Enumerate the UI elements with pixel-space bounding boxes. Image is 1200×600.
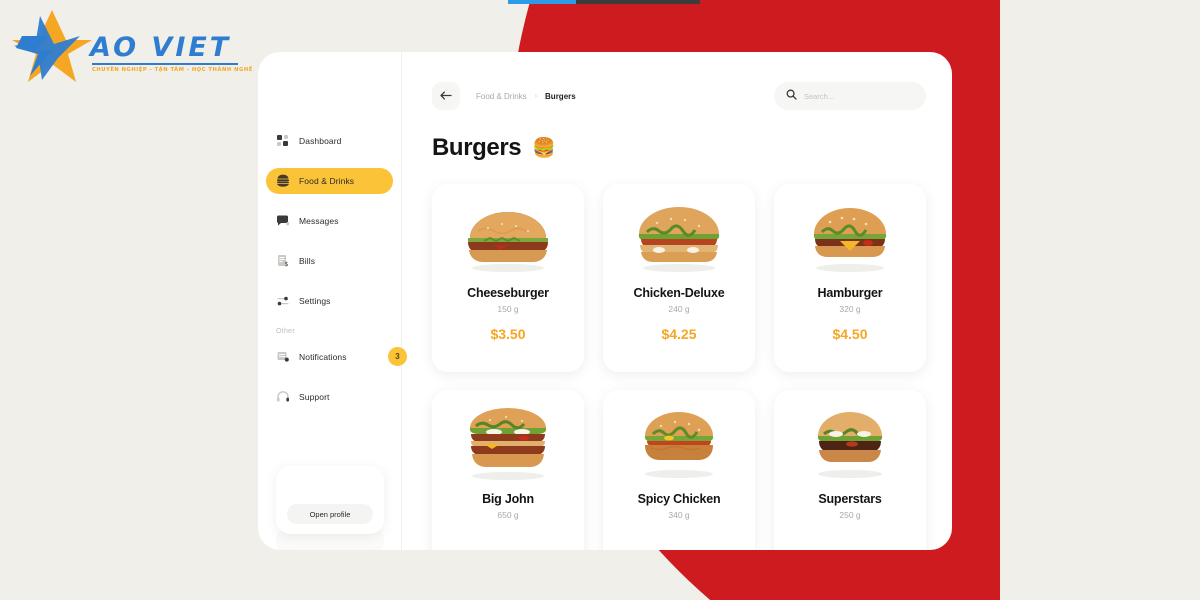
- product-weight: 250 g: [839, 510, 861, 520]
- cheeseburger-photo: [454, 198, 562, 276]
- search-input[interactable]: [804, 91, 914, 101]
- breadcrumb: Food & Drinks › Burgers: [476, 92, 576, 101]
- breadcrumb-item-burgers: Burgers: [545, 91, 576, 101]
- sidebar-item-label: Bills: [299, 256, 316, 266]
- main-content: Food & Drinks › Burgers Burgers 🍔: [402, 52, 952, 550]
- sidebar-item-label: Messages: [299, 216, 339, 226]
- brand-tagline: CHUYÊN NGHIỆP - TẬN TÂM - HỌC THÀNH NGHỀ: [92, 67, 253, 73]
- page-title-text: Burgers: [432, 134, 522, 161]
- support-headset-icon: [276, 390, 290, 404]
- product-name: Chicken-Deluxe: [633, 286, 725, 300]
- brand-logo: AO VIET CHUYÊN NGHIỆP - TẬN TÂM - HỌC TH…: [8, 6, 252, 84]
- product-name: Superstars: [818, 492, 882, 506]
- content-topbar: Food & Drinks › Burgers: [432, 82, 926, 110]
- sidebar-item-support[interactable]: Support: [266, 384, 393, 410]
- big-john-photo: [454, 404, 562, 482]
- product-card[interactable]: Spicy Chicken 340 g: [603, 390, 755, 550]
- product-price: $4.50: [832, 326, 868, 342]
- bell-notification-icon: [276, 350, 290, 364]
- product-weight: 150 g: [497, 304, 519, 314]
- search-icon: [786, 87, 797, 105]
- burger-emoji-icon: 🍔: [532, 138, 556, 159]
- product-weight: 240 g: [668, 304, 690, 314]
- product-name: Cheeseburger: [467, 286, 549, 300]
- product-price: $3.50: [490, 326, 526, 342]
- product-name: Big John: [482, 492, 534, 506]
- sidebar-item-label: Support: [299, 392, 330, 402]
- product-card[interactable]: Chicken-Deluxe 240 g $4.25: [603, 184, 755, 372]
- svg-text:$: $: [285, 261, 289, 268]
- chicken-deluxe-photo: [625, 198, 733, 276]
- hamburger-photo: [796, 198, 904, 276]
- product-name: Hamburger: [817, 286, 883, 300]
- sidebar-item-label: Dashboard: [299, 136, 342, 146]
- product-card[interactable]: Cheeseburger 150 g $3.50: [432, 184, 584, 372]
- breadcrumb-separator: ›: [534, 92, 538, 100]
- profile-card: Open profile: [276, 466, 384, 534]
- sidebar-item-notifications[interactable]: Notifications 3: [266, 344, 407, 370]
- arrow-left-icon: [439, 89, 453, 104]
- sidebar-item-label: Food & Drinks: [299, 176, 355, 186]
- settings-sliders-icon: [276, 294, 290, 308]
- page-title: Burgers 🍔: [432, 134, 926, 162]
- sidebar-item-settings[interactable]: Settings: [266, 288, 393, 314]
- brand-underline: [92, 63, 238, 65]
- sidebar-item-messages[interactable]: Messages: [266, 208, 393, 234]
- dashboard-grid-icon: [276, 134, 290, 148]
- search-box[interactable]: [774, 82, 926, 110]
- sidebar-item-label: Notifications: [299, 352, 347, 362]
- product-grid: Cheeseburger 150 g $3.50 Chicken-Deluxe …: [432, 184, 926, 550]
- back-button[interactable]: [432, 82, 460, 110]
- product-price: $4.25: [661, 326, 697, 342]
- superstars-photo: [796, 404, 904, 482]
- star-logo-icon: [12, 10, 92, 82]
- top-progress-bar-fill: [508, 0, 576, 4]
- spicy-chicken-photo: [625, 404, 733, 482]
- receipt-dollar-icon: $: [276, 254, 290, 268]
- breadcrumb-item-food-and-drinks[interactable]: Food & Drinks: [476, 92, 527, 101]
- app-window: Dashboard Food & Drinks Messages $ Bills…: [258, 52, 952, 550]
- product-card[interactable]: Hamburger 320 g $4.50: [774, 184, 926, 372]
- burger-icon: [276, 174, 290, 188]
- product-weight: 340 g: [668, 510, 690, 520]
- product-weight: 650 g: [497, 510, 519, 520]
- top-progress-bar-stub: [508, 0, 700, 4]
- sidebar-item-label: Settings: [299, 296, 331, 306]
- brand-name: AO VIET: [90, 32, 232, 63]
- open-profile-button[interactable]: Open profile: [287, 504, 373, 524]
- sidebar-item-dashboard[interactable]: Dashboard: [266, 128, 393, 154]
- sidebar-item-food-and-drinks[interactable]: Food & Drinks: [266, 168, 393, 194]
- sidebar: Dashboard Food & Drinks Messages $ Bills…: [258, 52, 407, 550]
- product-card[interactable]: Big John 650 g: [432, 390, 584, 550]
- product-name: Spicy Chicken: [637, 492, 721, 506]
- product-card[interactable]: Superstars 250 g: [774, 390, 926, 550]
- sidebar-item-bills[interactable]: $ Bills: [266, 248, 393, 274]
- product-weight: 320 g: [839, 304, 861, 314]
- background-right-strip: [1000, 0, 1200, 600]
- message-bubble-icon: [276, 214, 290, 228]
- sidebar-section-label: Other: [276, 328, 296, 335]
